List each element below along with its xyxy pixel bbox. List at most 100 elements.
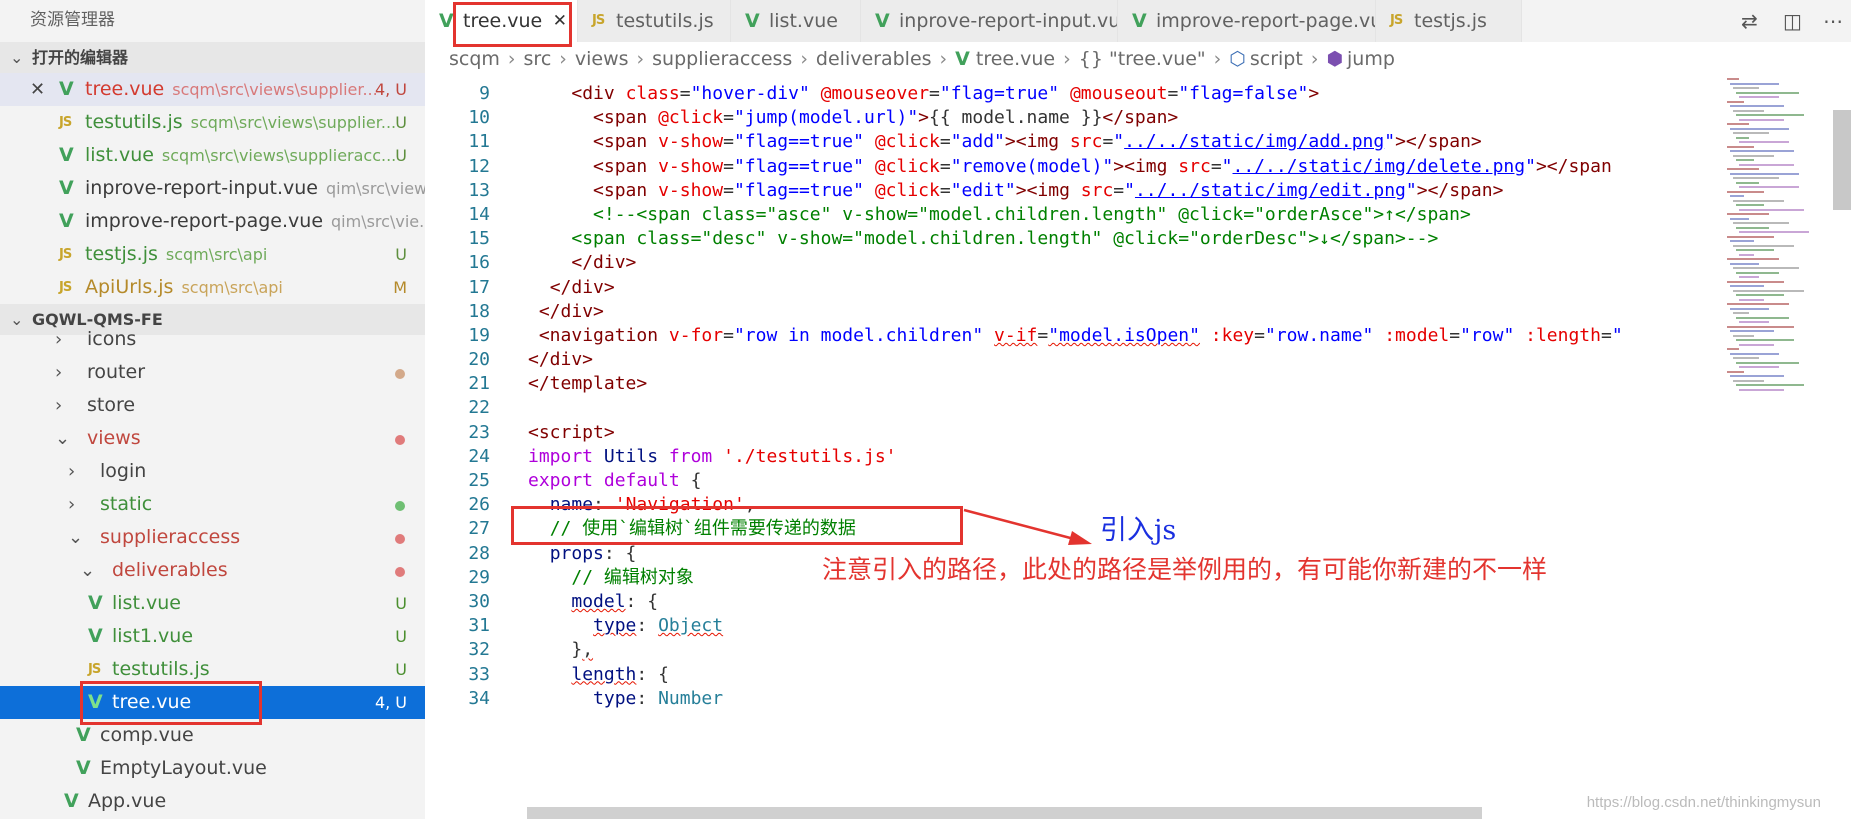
chevron-right-icon[interactable]: ›: [55, 323, 62, 356]
code-line[interactable]: 19 <navigation v-for="row in model.child…: [425, 324, 1725, 348]
tree-folder-login[interactable]: › login: [0, 455, 425, 488]
vertical-scrollbar[interactable]: [1833, 110, 1851, 210]
vue-icon: V: [955, 48, 970, 70]
tree-folder-icons[interactable]: › icons: [0, 323, 425, 356]
code-line[interactable]: 10 <span @click="jump(model.url)">{{ mod…: [425, 106, 1725, 130]
open-editor-path: scqm\src\views\supplier...: [172, 80, 378, 99]
code-line[interactable]: 20 </div>: [425, 348, 1725, 372]
minimap-line: [1730, 172, 1799, 175]
breadcrumb-item[interactable]: scqm: [449, 48, 500, 70]
code-line[interactable]: 12 <span v-show="flag==true" @click="rem…: [425, 155, 1725, 179]
code-line[interactable]: 16 </div>: [425, 251, 1725, 275]
code-line[interactable]: 30 model: {: [425, 590, 1725, 614]
code-line[interactable]: 17 </div>: [425, 276, 1725, 300]
chevron-right-icon[interactable]: ›: [55, 356, 62, 389]
code-line[interactable]: 23 <script>: [425, 421, 1725, 445]
chevron-right-icon[interactable]: ›: [68, 455, 75, 488]
breadcrumb-scope[interactable]: {} "tree.vue": [1079, 48, 1206, 70]
git-status-badge: 4, U: [374, 80, 407, 99]
status-dot: [395, 567, 405, 577]
tab-improve-report-page-vue[interactable]: Vimprove-report-page.vue: [1118, 0, 1376, 42]
tab-testutils-js[interactable]: JS testutils.js: [578, 0, 731, 42]
tree-folder-views[interactable]: ⌄ views: [0, 422, 425, 455]
code-line[interactable]: 21 </template>: [425, 372, 1725, 396]
split-editor-icon[interactable]: ◫: [1783, 0, 1802, 42]
open-editor-item[interactable]: Vimprove-report-page.vue qim\src\vie...: [0, 205, 425, 238]
code-line[interactable]: 32 },: [425, 638, 1725, 662]
minimap-line: [1739, 96, 1779, 98]
open-editor-item[interactable]: JS testutils.js scqm\src\views\supplier...…: [0, 106, 425, 139]
code-line[interactable]: 33 length: {: [425, 663, 1725, 687]
status-dot: [395, 534, 405, 544]
chevron-down-icon[interactable]: ⌄: [80, 554, 95, 587]
tree-file-App-vue[interactable]: V App.vue: [0, 785, 425, 818]
code-text: <span class="desc" v-show="model.childre…: [571, 228, 1439, 250]
tab-label: list.vue: [769, 10, 838, 32]
minimap[interactable]: [1723, 78, 1811, 418]
more-actions-icon[interactable]: ⋯: [1823, 0, 1843, 42]
tree-folder-supplieraccess[interactable]: ⌄ supplieraccess: [0, 521, 425, 554]
tree-folder-static[interactable]: › static: [0, 488, 425, 521]
compare-changes-icon[interactable]: ⇄: [1741, 0, 1758, 42]
breadcrumb-item[interactable]: views: [575, 48, 629, 70]
line-number: 13: [468, 179, 490, 201]
watermark: https://blog.csdn.net/thinkingmysun: [1586, 794, 1821, 811]
breadcrumb-item[interactable]: supplieraccess: [652, 48, 792, 70]
chevron-right-icon[interactable]: ›: [68, 488, 75, 521]
code-line[interactable]: 18 </div>: [425, 300, 1725, 324]
breadcrumb-method[interactable]: jump: [1347, 48, 1395, 70]
tree-folder-router[interactable]: › router: [0, 356, 425, 389]
chevron-right-icon: ›: [507, 48, 516, 70]
annotation-arrow: [963, 508, 1092, 545]
minimap-line: [1730, 150, 1794, 152]
breadcrumb-file[interactable]: tree.vue: [976, 48, 1055, 70]
tree-folder-deliverables[interactable]: ⌄ deliverables: [0, 554, 425, 587]
code-line[interactable]: 11 <span v-show="flag==true" @click="add…: [425, 130, 1725, 154]
js-icon: JS: [1390, 13, 1403, 28]
close-icon[interactable]: ✕: [30, 73, 45, 106]
code-text: <!--<span class="asce" v-show="model.chi…: [593, 203, 1471, 225]
minimap-line: [1730, 285, 1764, 287]
open-editor-item[interactable]: ✕ Vtree.vue scqm\src\views\supplier... 4, U: [0, 73, 425, 106]
horizontal-scrollbar[interactable]: [527, 807, 1482, 819]
breadcrumb-item[interactable]: deliverables: [816, 48, 932, 70]
code-line[interactable]: 22: [425, 396, 1725, 420]
line-number: 25: [468, 470, 490, 491]
code-text: <navigation v-for="row in model.children…: [538, 324, 1623, 346]
minimap-line: [1736, 136, 1749, 139]
open-editor-item[interactable]: JS ApiUrls.js scqm\src\api M: [0, 271, 425, 304]
chevron-down-icon: ⌄: [10, 48, 24, 67]
chevron-down-icon[interactable]: ⌄: [68, 521, 83, 554]
open-editor-item[interactable]: Vlist.vue scqm\src\views\supplieracc... U: [0, 139, 425, 172]
minimap-line: [1733, 87, 1759, 89]
code-line[interactable]: 24 import Utils from './testutils.js': [425, 445, 1725, 469]
tree-item-label: list.vue: [112, 592, 181, 614]
tab-inprove-report-input-vue[interactable]: Vinprove-report-input.vue: [861, 0, 1118, 42]
breadcrumb-script[interactable]: script: [1250, 48, 1303, 70]
tree-file-list1-vue[interactable]: Vlist1.vue U: [0, 620, 425, 653]
code-line[interactable]: 25 export default {: [425, 469, 1725, 493]
code-editor[interactable]: 9 <div class="hover-div" @mouseover="fla…: [425, 82, 1725, 819]
chevron-down-icon[interactable]: ⌄: [55, 422, 70, 455]
tree-file-list-vue[interactable]: Vlist.vue U: [0, 587, 425, 620]
tree-folder-store[interactable]: › store: [0, 389, 425, 422]
tab-testjs-js[interactable]: JS testjs.js: [1376, 0, 1522, 42]
open-editor-item[interactable]: Vinprove-report-input.vueqim\src\view...: [0, 172, 425, 205]
code-line[interactable]: 34 type: Number: [425, 687, 1725, 711]
open-editor-item[interactable]: JS testjs.js scqm\src\api U: [0, 238, 425, 271]
minimap-line: [1736, 114, 1804, 116]
minimap-line: [1730, 217, 1749, 220]
minimap-line: [1739, 276, 1759, 278]
tree-file-EmptyLayout-vue[interactable]: V EmptyLayout.vue: [0, 752, 425, 785]
code-line[interactable]: 31 type: Object: [425, 614, 1725, 638]
chevron-right-icon[interactable]: ›: [55, 389, 62, 422]
code-line[interactable]: 13 <span v-show="flag==true" @click="edi…: [425, 179, 1725, 203]
tab-list-vue[interactable]: Vlist.vue: [731, 0, 861, 42]
code-line[interactable]: 14 <!--<span class="asce" v-show="model.…: [425, 203, 1725, 227]
open-editors-header[interactable]: ⌄ 打开的编辑器: [0, 42, 425, 73]
breadcrumb-item[interactable]: src: [524, 48, 552, 70]
code-line[interactable]: 15 <span class="desc" v-show="model.chil…: [425, 227, 1725, 251]
code-text: },: [528, 639, 594, 661]
code-text: export default {: [528, 470, 702, 491]
code-line[interactable]: 9 <div class="hover-div" @mouseover="fla…: [425, 82, 1725, 106]
